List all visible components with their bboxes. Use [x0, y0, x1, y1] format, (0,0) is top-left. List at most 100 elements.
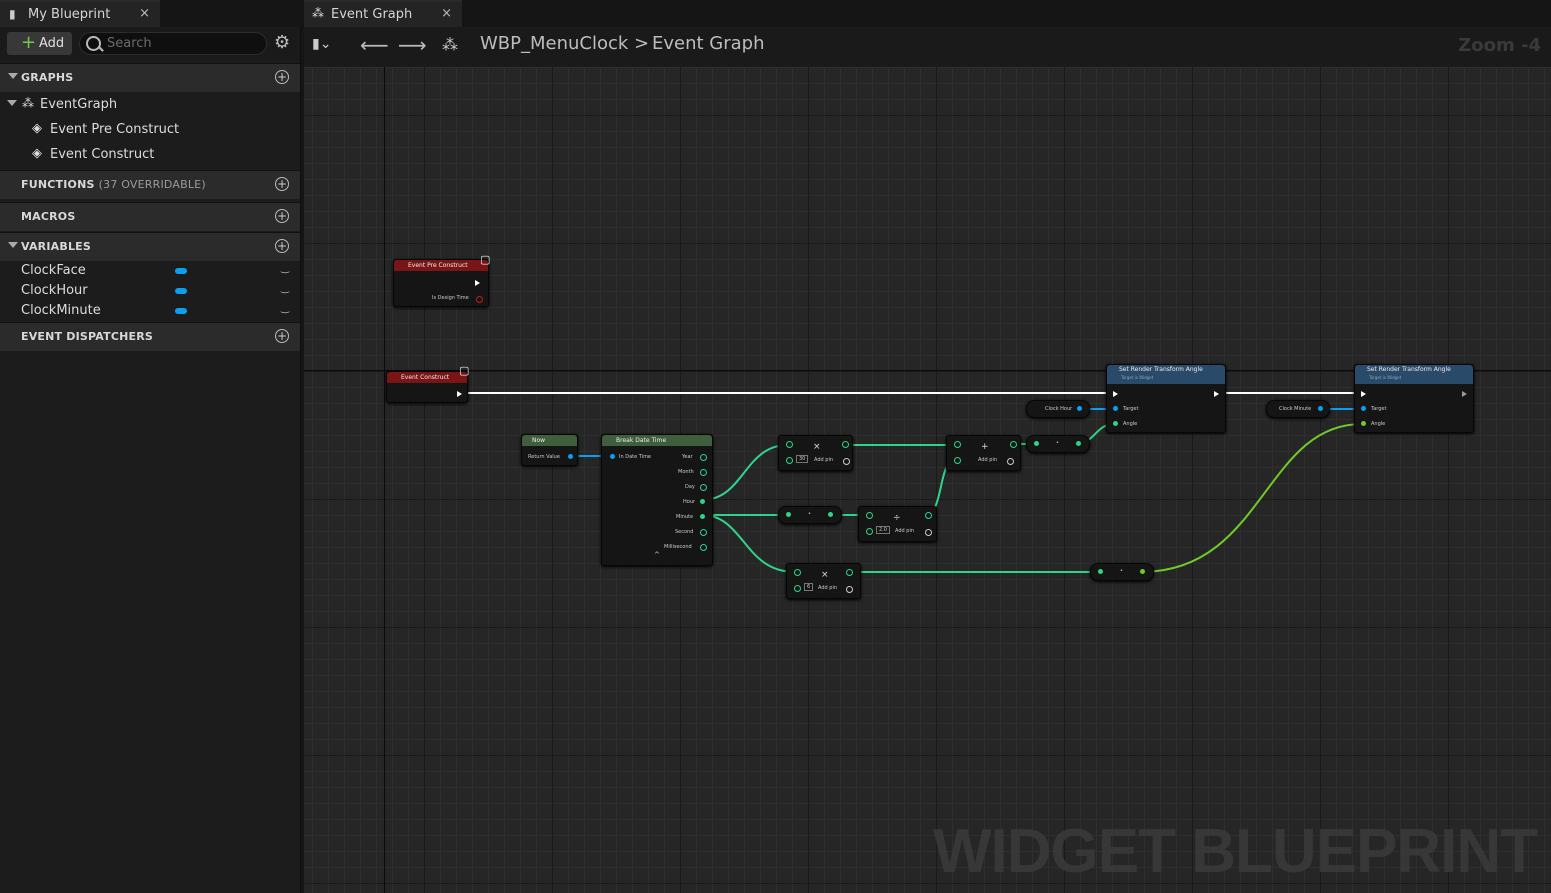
object-out-pin[interactable]: [1318, 406, 1323, 411]
float-out-pin[interactable]: [828, 512, 833, 517]
add-pin-label[interactable]: Add pin: [814, 457, 833, 463]
float-in-pin[interactable]: [786, 512, 791, 517]
float-in-pin[interactable]: [866, 528, 873, 535]
float-in-pin[interactable]: [1098, 569, 1103, 574]
forward-arrow-icon[interactable]: ⟶: [398, 33, 427, 57]
node-get-clock-hour[interactable]: Clock Hour: [1026, 400, 1090, 418]
add-macro-icon[interactable]: +: [275, 209, 289, 223]
int-pin[interactable]: [700, 529, 707, 536]
tab-my-blueprint[interactable]: ▮ My Blueprint ×: [0, 0, 160, 27]
float-in-pin[interactable]: [954, 441, 961, 448]
section-functions[interactable]: FUNCTIONS (37 OVERRIDABLE) +: [0, 170, 300, 199]
search-input[interactable]: Search: [79, 32, 267, 55]
int-pin[interactable]: [700, 514, 705, 519]
float-out-pin[interactable]: [1140, 569, 1145, 574]
eye-closed-icon[interactable]: ‿: [281, 303, 289, 314]
object-out-pin[interactable]: [1077, 406, 1082, 411]
add-button[interactable]: + Add: [7, 32, 72, 55]
node-break-date-time[interactable]: Break Date Time In Date Time Year Month …: [601, 434, 713, 566]
add-pin-label[interactable]: Add pin: [818, 585, 837, 591]
float-out-pin[interactable]: [842, 441, 849, 448]
tab-event-graph[interactable]: ⁂ Event Graph ×: [304, 0, 462, 27]
back-arrow-icon[interactable]: ⟵: [360, 33, 389, 57]
float-in-pin[interactable]: [786, 457, 793, 464]
target-pin[interactable]: [1361, 406, 1366, 411]
float-out-pin[interactable]: [925, 512, 932, 519]
datetime-pin[interactable]: [568, 454, 573, 459]
section-event-dispatchers[interactable]: EVENT DISPATCHERS +: [0, 322, 300, 351]
add-pin-icon[interactable]: [843, 458, 850, 465]
tree-item-event-construct[interactable]: Event Construct: [50, 147, 154, 162]
comment-bubble-icon[interactable]: ▢: [480, 253, 490, 266]
float-out-pin[interactable]: [1010, 441, 1017, 448]
add-function-icon[interactable]: +: [275, 177, 289, 191]
breadcrumb-graph[interactable]: Event Graph: [652, 33, 765, 54]
variable-item[interactable]: ClockMinute: [21, 303, 101, 318]
exec-out-pin[interactable]: [1462, 391, 1467, 397]
add-dispatcher-icon[interactable]: +: [275, 329, 289, 343]
add-pin-label[interactable]: Add pin: [978, 457, 997, 463]
breadcrumb-asset[interactable]: WBP_MenuClock: [480, 33, 628, 54]
node-now[interactable]: Now Return Value: [521, 434, 578, 466]
section-graphs[interactable]: GRAPHS +: [0, 63, 300, 92]
variable-item[interactable]: ClockHour: [21, 283, 88, 298]
float-in-pin[interactable]: [866, 512, 873, 519]
add-pin-icon[interactable]: [1007, 458, 1014, 465]
comment-bubble-icon[interactable]: ▢: [459, 364, 469, 377]
node-event-pre-construct[interactable]: Event Pre Construct Is Design Time: [393, 259, 489, 307]
exec-out-pin[interactable]: [457, 391, 462, 397]
int-pin[interactable]: [700, 499, 705, 504]
float-in-pin[interactable]: [794, 585, 801, 592]
float-in-pin[interactable]: [1034, 441, 1039, 446]
add-variable-icon[interactable]: +: [275, 239, 289, 253]
section-variables[interactable]: VARIABLES +: [0, 232, 300, 261]
datetime-pin[interactable]: [610, 454, 615, 459]
int-pin[interactable]: [700, 469, 707, 476]
eye-closed-icon[interactable]: ‿: [281, 283, 289, 294]
node-set-render-transform-angle-minute[interactable]: Set Render Transform Angle Target is Wid…: [1354, 364, 1474, 433]
tree-item-event-pre-construct[interactable]: Event Pre Construct: [50, 122, 179, 137]
int-pin[interactable]: [700, 544, 707, 551]
node-set-render-transform-angle-hour[interactable]: Set Render Transform Angle Target is Wid…: [1106, 364, 1226, 433]
node-get-clock-minute[interactable]: Clock Minute: [1266, 400, 1330, 418]
variable-item[interactable]: ClockFace: [21, 263, 86, 278]
angle-pin[interactable]: [1361, 421, 1366, 426]
add-graph-icon[interactable]: +: [275, 70, 289, 84]
add-pin-icon[interactable]: [925, 529, 932, 536]
float-in-pin[interactable]: [954, 457, 961, 464]
exec-out-pin[interactable]: [1214, 391, 1219, 397]
node-conversion[interactable]: •: [1090, 563, 1154, 581]
node-multiply-hour[interactable]: × 30 Add pin: [778, 435, 853, 471]
node-divide-minute[interactable]: ÷ 2.0 Add pin: [858, 506, 937, 542]
float-out-pin[interactable]: [846, 569, 853, 576]
exec-in-pin[interactable]: [1361, 391, 1366, 397]
exec-out-pin[interactable]: [475, 280, 480, 286]
target-pin[interactable]: [1113, 406, 1118, 411]
collapse-caret-icon[interactable]: ^: [654, 551, 660, 559]
bookmark-icon[interactable]: ▮⌄: [312, 36, 331, 52]
const-value[interactable]: 2.0: [876, 526, 890, 534]
close-icon[interactable]: ×: [139, 6, 150, 21]
float-in-pin[interactable]: [794, 569, 801, 576]
graph-canvas[interactable]: Event Pre Construct Is Design Time ▢ Eve…: [304, 67, 1551, 893]
float-out-pin[interactable]: [1076, 441, 1081, 446]
angle-pin[interactable]: [1113, 421, 1118, 426]
int-pin[interactable]: [700, 484, 707, 491]
chevron-down-icon[interactable]: [7, 100, 17, 106]
add-pin-icon[interactable]: [846, 586, 853, 593]
tree-item-eventgraph[interactable]: EventGraph: [40, 97, 117, 112]
bool-pin[interactable]: [476, 296, 483, 303]
close-icon[interactable]: ×: [441, 6, 452, 21]
section-macros[interactable]: MACROS +: [0, 202, 300, 231]
node-conversion[interactable]: •: [1026, 435, 1090, 453]
exec-in-pin[interactable]: [1113, 391, 1118, 397]
eye-closed-icon[interactable]: ‿: [281, 263, 289, 274]
node-multiply-minute[interactable]: × 6 Add pin: [786, 563, 861, 599]
const-value[interactable]: 6: [804, 583, 814, 591]
node-event-construct[interactable]: Event Construct: [386, 371, 468, 403]
gear-icon[interactable]: ⚙: [274, 32, 290, 53]
float-in-pin[interactable]: [786, 441, 793, 448]
const-value[interactable]: 30: [796, 455, 809, 463]
node-add-hour[interactable]: + Add pin: [946, 435, 1021, 471]
int-pin[interactable]: [700, 454, 707, 461]
